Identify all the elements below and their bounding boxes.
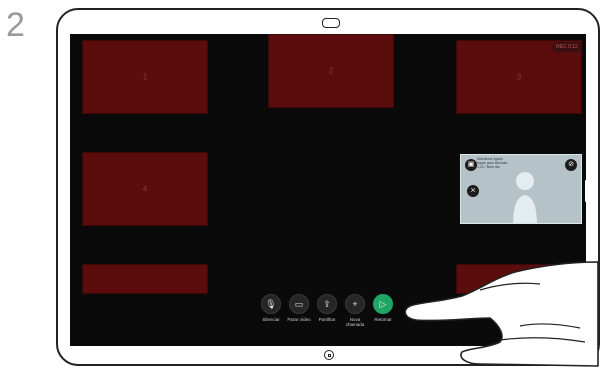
tile-label: 4 [142,184,148,194]
video-tile[interactable]: 2 [268,34,394,108]
call-toolbar: 🎙 Silenciar ▭ Parar vídeo ⇪ Partilhar + … [260,294,394,327]
camera-icon [322,18,340,28]
tile-label: 2 [328,66,334,76]
video-tile-partial[interactable] [82,264,208,294]
play-icon: ▷ [373,294,393,314]
mute-self-icon[interactable]: ⨯ [467,185,479,197]
stop-video-label: Parar vídeo [287,317,311,322]
new-call-button[interactable]: + Nova chamada [344,294,366,327]
video-tile-partial[interactable] [456,264,582,294]
panel-edge-handle[interactable] [585,180,587,202]
mute-label: Silenciar [262,317,280,322]
share-label: Partilhar [318,317,336,322]
microphone-icon: 🎙 [261,294,281,314]
share-button[interactable]: ⇪ Partilhar [316,294,338,327]
stop-video-button[interactable]: ▭ Parar vídeo [287,294,311,327]
video-tile[interactable]: 1 [82,40,208,114]
tile-label: 1 [142,72,148,82]
share-screen-icon: ⇪ [317,294,337,314]
home-button-icon[interactable] [324,350,334,360]
resume-label: Retomar [374,317,392,322]
tile-label: 3 [516,72,522,82]
self-view-pip[interactable]: ▣ Microfone ligado toque para silenciar … [460,154,582,224]
person-silhouette-icon [513,172,537,223]
selfview-notice: Microfone ligado toque para silenciar 1:… [477,157,508,169]
pip-minimize-icon[interactable]: ▣ [465,159,477,171]
new-call-label: Nova chamada [345,317,365,327]
video-off-icon[interactable]: ⊘ [565,159,577,171]
plus-icon: + [345,294,365,314]
recording-badge: REC 0:12 [552,42,582,52]
notice-line: 1:22 / Bom dia [477,165,500,169]
step-number: 2 [6,6,25,44]
resume-button[interactable]: ▷ Retomar [372,294,394,327]
call-screen: 1 2 3 4 REC 0:12 ▣ Microfone ligado toqu… [70,34,587,346]
video-camera-icon: ▭ [289,294,309,314]
video-tile[interactable]: 4 [82,152,208,226]
mute-button[interactable]: 🎙 Silenciar [260,294,282,327]
